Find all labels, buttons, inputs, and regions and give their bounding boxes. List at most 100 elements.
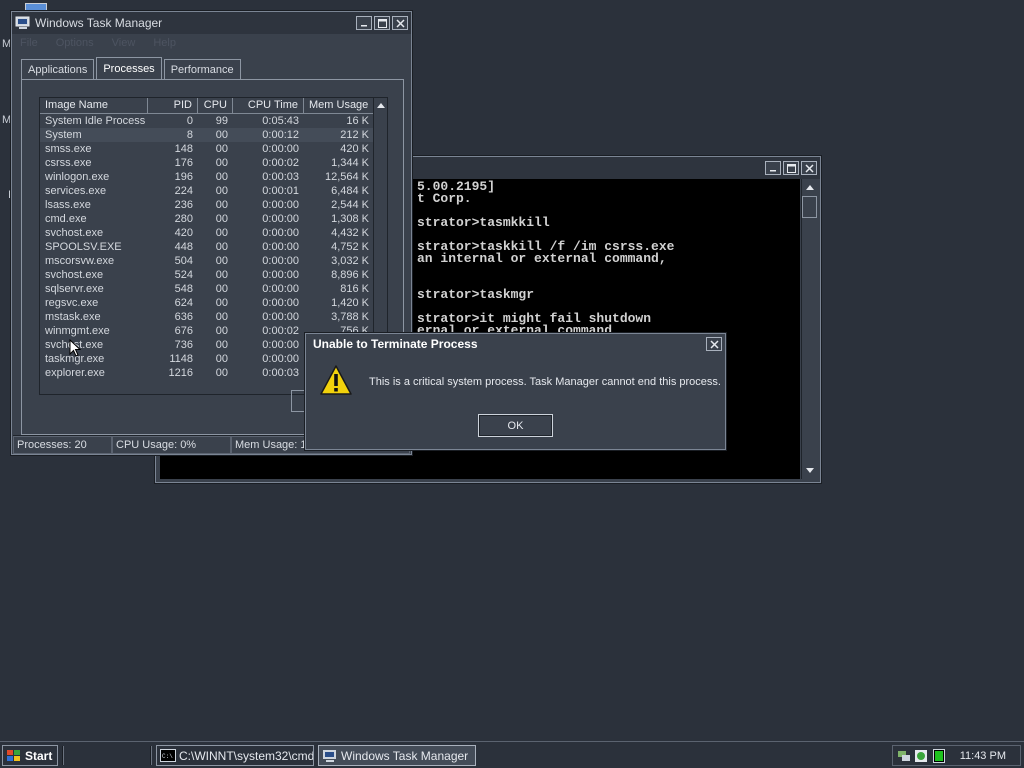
close-icon	[804, 163, 814, 173]
menu-file[interactable]: File	[20, 37, 38, 49]
column-header-cpu[interactable]: CPU	[198, 98, 233, 114]
dialog-close-button[interactable]	[706, 337, 722, 351]
table-row[interactable]: mstask.exe 636 00 0:00:00 3,788 K	[40, 310, 387, 324]
dialog-message: This is a critical system process. Task …	[369, 376, 721, 388]
column-header-image-name[interactable]: Image Name	[40, 98, 148, 114]
process-cpu: 00	[215, 269, 228, 281]
sql-server-icon[interactable]	[914, 749, 928, 763]
process-image-name: winlogon.exe	[45, 171, 110, 183]
process-cpu: 00	[215, 129, 228, 141]
table-row[interactable]: mscorsvw.exe 504 00 0:00:00 3,032 K	[40, 254, 387, 268]
process-pid: 1216	[168, 367, 193, 379]
process-image-name: sqlservr.exe	[45, 283, 104, 295]
process-cpu-time: 0:05:43	[262, 115, 299, 127]
desktop-computer-icon[interactable]	[25, 3, 47, 11]
dialog-title: Unable to Terminate Process	[313, 337, 478, 351]
minimize-button[interactable]	[765, 161, 781, 175]
dialog-titlebar[interactable]: Unable to Terminate Process	[306, 334, 725, 354]
process-cpu: 00	[215, 143, 228, 155]
process-image-name: mscorsvw.exe	[45, 255, 115, 267]
table-row[interactable]: smss.exe 148 00 0:00:00 420 K	[40, 142, 387, 156]
process-pid: 1148	[169, 353, 193, 365]
process-cpu: 00	[215, 339, 228, 351]
table-row[interactable]: regsvc.exe 624 00 0:00:00 1,420 K	[40, 296, 387, 310]
process-image-name: taskmgr.exe	[45, 353, 105, 365]
scroll-thumb[interactable]	[802, 196, 817, 218]
minimize-button[interactable]	[356, 16, 372, 30]
table-row[interactable]: System Idle Process 0 99 0:05:43 16 K	[40, 114, 387, 128]
console-scrollbar[interactable]	[801, 179, 817, 479]
process-pid: 676	[174, 325, 193, 337]
process-pid: 420	[174, 227, 193, 239]
table-row[interactable]: sqlservr.exe 548 00 0:00:00 816 K	[40, 282, 387, 296]
table-row[interactable]: svchost.exe 420 00 0:00:00 4,432 K	[40, 226, 387, 240]
process-cpu-time: 0:00:00	[262, 213, 299, 225]
tab-processes[interactable]: Processes	[96, 57, 162, 79]
process-cpu-time: 0:00:00	[262, 241, 299, 253]
column-header-mem-usage[interactable]: Mem Usage	[304, 98, 374, 114]
process-cpu-time: 0:00:00	[262, 353, 299, 365]
process-pid: 8	[186, 129, 193, 141]
process-cpu-time: 0:00:01	[262, 185, 299, 197]
process-mem-usage: 1,420 K	[331, 297, 369, 309]
menu-view[interactable]: View	[112, 37, 136, 49]
process-image-name: SPOOLSV.EXE	[45, 241, 122, 253]
close-icon	[709, 339, 719, 349]
column-header-cpu-time[interactable]: CPU Time	[233, 98, 304, 114]
console-line: t Corp.	[417, 191, 472, 206]
process-cpu: 00	[215, 283, 228, 295]
maximize-button[interactable]	[374, 16, 390, 30]
process-image-name: services.exe	[45, 185, 107, 197]
task-manager-icon	[323, 749, 336, 762]
scroll-down-arrow-icon[interactable]	[802, 463, 818, 479]
process-pid: 504	[174, 255, 193, 267]
process-pid: 176	[174, 157, 193, 169]
process-mem-usage: 12,564 K	[324, 171, 369, 183]
desktop-icon-label[interactable]: M	[2, 114, 11, 126]
close-button[interactable]	[801, 161, 817, 175]
process-mem-usage: 1,308 K	[331, 213, 369, 225]
terminate-error-dialog[interactable]: Unable to Terminate Process This is a cr…	[305, 333, 726, 450]
taskbar-button-task-manager[interactable]: Windows Task Manager	[318, 745, 476, 766]
tab-performance[interactable]: Performance	[163, 59, 241, 79]
task-manager-cpu-meter-icon[interactable]	[933, 749, 945, 763]
taskbar-button-label: Windows Task Manager	[341, 748, 469, 763]
process-cpu-time: 0:00:02	[262, 325, 299, 337]
start-button[interactable]: Start	[2, 745, 58, 766]
mouse-cursor-icon	[69, 339, 81, 357]
task-manager-titlebar[interactable]: Windows Task Manager	[12, 12, 411, 34]
maximize-button[interactable]	[783, 161, 799, 175]
clock[interactable]: 11:43 PM	[960, 750, 1006, 762]
process-cpu: 00	[215, 311, 228, 323]
process-cpu-time: 0:00:00	[262, 227, 299, 239]
scroll-up-arrow-icon[interactable]	[374, 98, 387, 112]
table-row[interactable]: svchost.exe 524 00 0:00:00 8,896 K	[40, 268, 387, 282]
desktop-icon-label[interactable]: M	[2, 38, 11, 50]
process-mem-usage: 212 K	[340, 129, 369, 141]
process-pid: 196	[174, 171, 193, 183]
table-row[interactable]: csrss.exe 176 00 0:00:02 1,344 K	[40, 156, 387, 170]
close-button[interactable]	[392, 16, 408, 30]
close-icon	[395, 18, 405, 28]
network-icon[interactable]	[897, 749, 911, 763]
table-row[interactable]: winlogon.exe 196 00 0:00:03 12,564 K	[40, 170, 387, 184]
status-processes: Processes: 20	[13, 436, 112, 454]
process-image-name: explorer.exe	[45, 367, 105, 379]
menu-options[interactable]: Options	[56, 37, 94, 49]
tab-applications[interactable]: Applications	[21, 59, 95, 79]
table-row[interactable]: services.exe 224 00 0:00:01 6,484 K	[40, 184, 387, 198]
table-row[interactable]: SPOOLSV.EXE 448 00 0:00:00 4,752 K	[40, 240, 387, 254]
process-mem-usage: 4,432 K	[331, 227, 369, 239]
process-mem-usage: 6,484 K	[331, 185, 369, 197]
table-row[interactable]: cmd.exe 280 00 0:00:00 1,308 K	[40, 212, 387, 226]
scroll-up-arrow-icon[interactable]	[802, 179, 818, 195]
process-cpu: 00	[215, 367, 228, 379]
column-header-pid[interactable]: PID	[148, 98, 198, 114]
menu-help[interactable]: Help	[153, 37, 176, 49]
table-row[interactable]: System 8 00 0:00:12 212 K	[40, 128, 387, 142]
table-row[interactable]: lsass.exe 236 00 0:00:00 2,544 K	[40, 198, 387, 212]
taskbar-button-cmd[interactable]: C:\ C:\WINNT\system32\cmd....	[156, 745, 314, 766]
maximize-icon	[377, 18, 387, 28]
ok-button[interactable]: OK	[478, 414, 553, 437]
taskbar-button-label: C:\WINNT\system32\cmd....	[179, 748, 314, 763]
